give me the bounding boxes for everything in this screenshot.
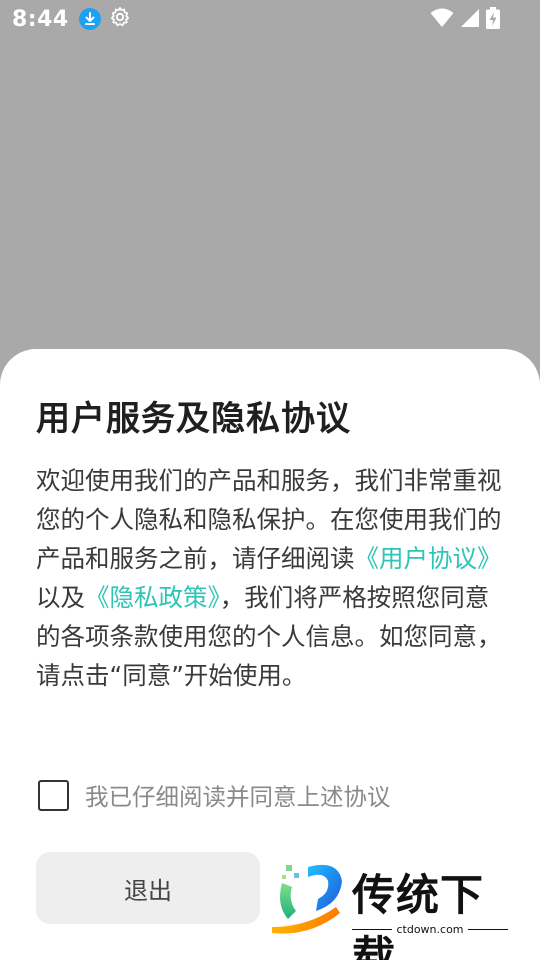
body-text-2: 以及 — [36, 583, 85, 612]
signal-icon — [460, 8, 480, 32]
notification-icons — [78, 6, 131, 32]
user-agreement-link[interactable]: 《用户协议》 — [355, 544, 502, 573]
wifi-icon — [430, 8, 454, 32]
download-icon — [78, 8, 101, 30]
exit-button[interactable]: 退出 — [36, 852, 260, 924]
ctdown-logo-icon — [272, 864, 342, 934]
consent-checkbox[interactable] — [38, 779, 69, 811]
battery-charging-icon — [486, 7, 500, 33]
watermark-line-right — [467, 928, 508, 931]
watermark-brand: 传统下载 — [352, 871, 484, 960]
consent-label[interactable]: 我已仔细阅读并同意上述协议 — [85, 778, 391, 812]
gear-icon — [109, 6, 131, 32]
privacy-policy-link[interactable]: 《隐私政策》 — [85, 583, 220, 612]
watermark-url-row: ctdown.com — [352, 923, 508, 936]
dialog-body: 欢迎使用我们的产品和服务，我们非常重视您的个人隐私和隐私保护。在您使用我们的产品… — [36, 461, 506, 695]
privacy-dialog: 用户服务及隐私协议 欢迎使用我们的产品和服务，我们非常重视您的个人隐私和隐私保护… — [0, 349, 540, 960]
consent-row[interactable]: 我已仔细阅读并同意上述协议 — [38, 778, 391, 812]
status-bar: 8:44 — [0, 0, 540, 38]
system-icons — [430, 7, 500, 33]
watermark-line-left — [352, 928, 393, 931]
watermark-url: ctdown.com — [396, 923, 464, 936]
dialog-title: 用户服务及隐私协议 — [36, 399, 351, 439]
status-time: 8:44 — [12, 6, 69, 32]
watermark-logo: 传统下载 ctdown.com — [268, 849, 518, 960]
